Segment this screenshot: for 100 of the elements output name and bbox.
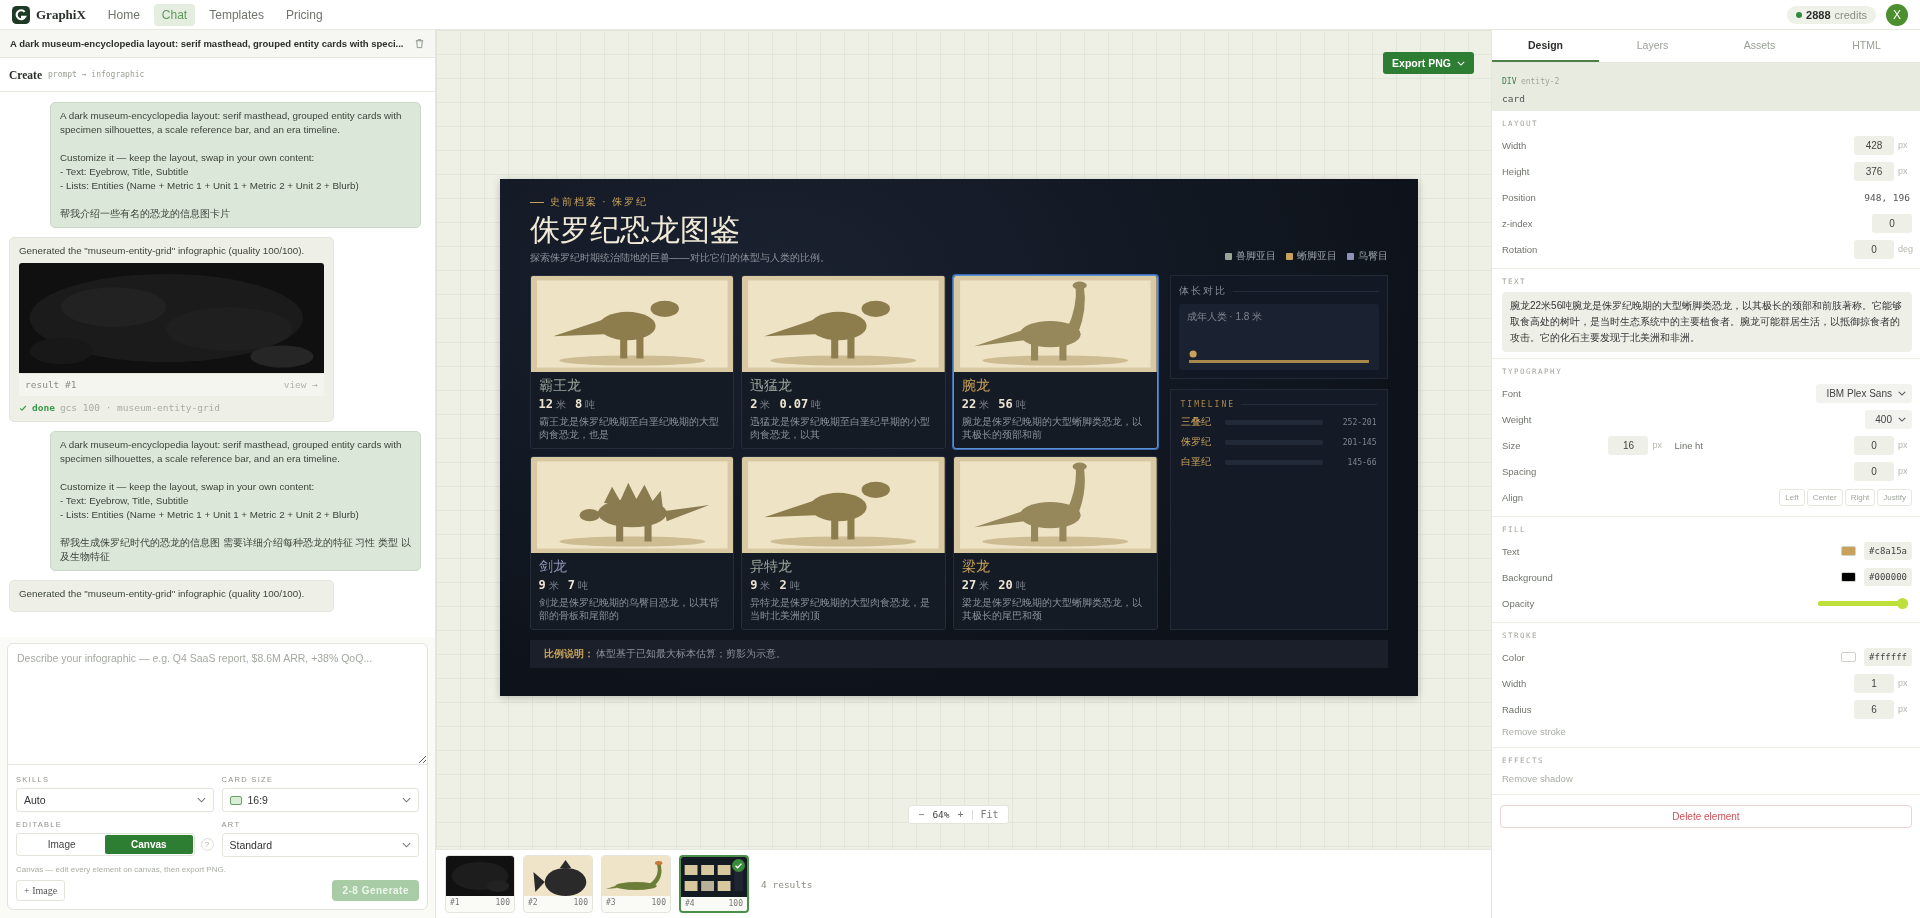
property-select[interactable]: 400 [1865, 409, 1912, 429]
metric-value: 2 [779, 578, 787, 592]
infographic-title: 侏罗纪恐龙图鉴 [529, 212, 741, 248]
zoom-out-button[interactable]: − [918, 809, 925, 820]
metric-value: 9 [538, 578, 546, 592]
color-swatch[interactable] [1841, 652, 1857, 662]
art-select[interactable]: Standard [221, 833, 419, 857]
metric-unit: 米 [979, 398, 990, 412]
property-value: 948, 196 [1864, 191, 1911, 203]
metric-unit: 吨 [811, 398, 822, 412]
property-input[interactable]: 376 [1854, 161, 1894, 181]
thumbnail-score: 100 [728, 899, 743, 908]
entity-card[interactable]: 剑龙 9 米 7 吨 剑龙是侏罗纪晚期的鸟臀目恐龙，以其背部的骨板和尾部的 [529, 456, 735, 630]
property-label: Weight [1502, 413, 1532, 425]
property-input[interactable]: 6 [1854, 699, 1894, 719]
message-text: 帮我介绍一些有名的恐龙的信息图卡片 [60, 207, 231, 221]
property-input[interactable]: 0 [1872, 213, 1912, 233]
color-swatch[interactable] [1841, 546, 1857, 556]
property-label: Align [1502, 491, 1524, 503]
result-thumbnail[interactable]: #1 100 [445, 855, 515, 913]
prompt-field[interactable]: Describe your infographic — e.g. Q4 SaaS report, $8.6M ARR, +38% QoQ... [8, 644, 427, 765]
nav-link[interactable]: Home [99, 3, 148, 26]
results-count: 4 results [761, 878, 813, 890]
metric-unit: 米 [760, 579, 771, 593]
property-input[interactable]: 428 [1854, 135, 1894, 155]
check-badge-icon [732, 859, 745, 872]
legend-label: 蜥脚亚目 [1296, 249, 1337, 263]
property-label: Width [1502, 677, 1527, 689]
mode-toggle[interactable]: Image [18, 835, 106, 854]
thumbnail-score: 100 [573, 898, 588, 907]
entity-name: 霸王龙 [538, 377, 582, 394]
unit-label: deg [1898, 244, 1912, 254]
metric-unit: 吨 [789, 579, 800, 593]
message-text: - Text: Eyebrow, Title, Subtitle [60, 494, 190, 508]
opacity-slider[interactable] [1818, 597, 1908, 609]
property-input[interactable]: 0 [1854, 435, 1894, 455]
trash-icon[interactable] [414, 38, 425, 49]
property-label: Text [1502, 545, 1520, 557]
unit-label: px [1898, 440, 1909, 450]
entity-name: 迅猛龙 [750, 377, 794, 394]
status-dot-icon [1796, 11, 1803, 18]
property-select[interactable]: IBM Plex Sans [1816, 383, 1912, 403]
result-thumbnail[interactable]: #3 100 [601, 855, 671, 913]
message-text: Generated the "museum-entity-grid" infographic (quality 100/100). [19, 244, 306, 258]
color-value-field[interactable]: #c8a15a [1864, 542, 1912, 560]
metric-unit: 吨 [585, 398, 596, 412]
message-text: Customize it — keep the layout, swap in your own content: [60, 151, 316, 165]
thumbnail-label: #3 [606, 898, 616, 907]
nav-link[interactable]: Templates [201, 3, 272, 26]
legend-label: 兽脚亚目 [1235, 249, 1276, 263]
add-image-button[interactable]: + Image [16, 880, 66, 901]
entity-card[interactable]: 霸王龙 12 米 8 吨 霸王龙是侏罗纪晚期至白垩纪晚期的大型肉食恐龙，也是 [529, 275, 735, 449]
property-label: Radius [1502, 703, 1532, 715]
era-name: 侏罗纪 [1180, 435, 1212, 449]
entity-card[interactable]: 异特龙 9 米 2 吨 异特龙是侏罗纪晚期的大型肉食恐龙，是当时北美洲的顶 [741, 456, 946, 630]
text-content-field[interactable]: 腕龙22米56吨腕龙是侏罗纪晚期的大型蜥脚类恐龙，以其极长的颈部和前肢著称。它能够取食高处的树叶，是当时生态系统中的主要植食者。腕龙可能群居生活，以抵御掠食者的攻击。它的化石主要发现于北美洲和非洲。 [1502, 292, 1912, 352]
entity-card[interactable]: 梁龙 27 米 20 吨 梁龙是侏罗纪晚期的大型蜥脚类恐龙，以其极长的尾巴和颈 [952, 456, 1158, 630]
property-input[interactable]: 1 [1854, 673, 1894, 693]
color-value-field[interactable]: #000000 [1864, 568, 1912, 586]
create-heading: Create [9, 68, 42, 81]
export-button[interactable]: Export PNG [1383, 52, 1474, 74]
entity-card[interactable]: 迅猛龙 2 米 0.07 吨 迅猛龙是侏罗纪晚期至白垩纪早期的小型肉食恐龙，以其 [741, 275, 946, 449]
logo-icon[interactable] [12, 5, 30, 24]
panel-title: TIMELINE [1180, 400, 1236, 409]
create-hint: prompt → infographic [48, 70, 145, 79]
metric-unit: 吨 [1015, 398, 1026, 412]
entity-blurb: 剑龙是侏罗纪晚期的鸟臀目恐龙，以其背部的骨板和尾部的 [538, 596, 720, 622]
mode-toggle[interactable]: Canvas [105, 835, 193, 854]
property-input[interactable]: 0 [1854, 461, 1894, 481]
message-text: 帮我生成侏罗纪时代的恐龙的信息图 需要详细介绍每种恐龙的特征 习性 类型 以及生物特征 [60, 536, 411, 564]
property-label: Position [1502, 191, 1536, 203]
metric-value: 8 [574, 397, 583, 411]
card-size-select[interactable]: 16:9 [221, 788, 419, 812]
color-value-field[interactable]: #ffffff [1864, 648, 1912, 666]
property-label: Size [1502, 439, 1521, 451]
entity-blurb: 腕龙是侏罗纪晚期的大型蜥脚类恐龙，以其极长的颈部和前 [961, 415, 1143, 441]
result-thumbnail[interactable]: #2 100 [523, 855, 593, 913]
entity-card[interactable]: 腕龙 22 米 56 吨 腕龙是侏罗纪晚期的大型蜥脚类恐龙，以其极长的颈部和前 [952, 275, 1158, 449]
thumbnail-score: 100 [651, 898, 666, 907]
property-label: Width [1502, 139, 1527, 151]
result-thumbnail[interactable]: #4 100 [679, 855, 749, 913]
color-swatch[interactable] [1841, 572, 1857, 582]
fit-button[interactable]: Fit [980, 809, 999, 820]
prompt-composer[interactable] [7, 643, 428, 910]
message-text: - Text: Eyebrow, Title, Subtitle [60, 165, 190, 179]
metric-unit: 米 [760, 398, 771, 412]
zoom-in-button[interactable]: + [957, 809, 964, 820]
property-input[interactable]: 0 [1854, 239, 1894, 259]
entity-blurb: 梁龙是侏罗纪晚期的大型蜥脚类恐龙，以其极长的尾巴和颈 [961, 596, 1143, 622]
property-input[interactable]: 16 [1608, 435, 1649, 455]
entity-blurb: 迅猛龙是侏罗纪晚期至白垩纪早期的小型肉食恐龙，以其 [750, 415, 932, 441]
metric-value: 9 [750, 578, 758, 592]
nav-link[interactable]: Pricing [277, 3, 331, 26]
avatar[interactable]: X [1886, 3, 1908, 26]
scale-reference: 成年人类 · 1.8 米 [1186, 310, 1264, 324]
message-text: Generated the "museum-entity-grid" infographic (quality 100/100). [19, 587, 306, 601]
skills-select[interactable]: Auto [16, 788, 214, 812]
delete-element-button[interactable]: Delete element [1500, 805, 1912, 828]
entity-name: 腕龙 [961, 377, 991, 394]
mode-hint: Canvas — edit every element on canvas, then export PNG. [15, 864, 227, 874]
